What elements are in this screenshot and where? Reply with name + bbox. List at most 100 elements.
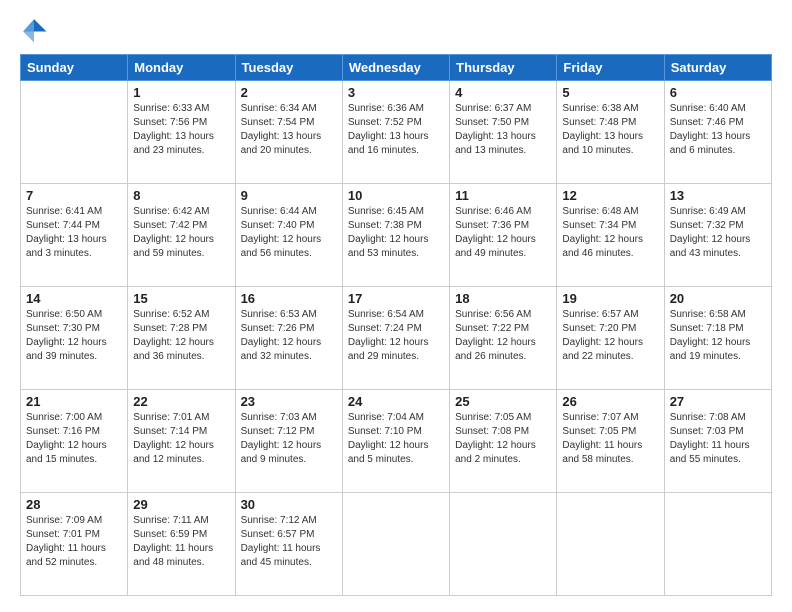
calendar-week-row: 1 Sunrise: 6:33 AM Sunset: 7:56 PM Daylig… [21, 81, 772, 184]
day-info: Sunrise: 7:00 AM Sunset: 7:16 PM Dayligh… [26, 411, 122, 467]
day-number: 21 [26, 394, 122, 409]
calendar-cell: 5 Sunrise: 6:38 AM Sunset: 7:48 PM Daylig… [557, 81, 664, 184]
day-info: Sunrise: 7:12 AM Sunset: 6:57 PM Dayligh… [241, 514, 337, 570]
day-number: 6 [670, 85, 766, 100]
day-info: Sunrise: 6:41 AM Sunset: 7:44 PM Dayligh… [26, 205, 122, 261]
calendar-cell: 22 Sunrise: 7:01 AM Sunset: 7:14 PM Dayli… [128, 390, 235, 493]
day-info: Sunrise: 6:57 AM Sunset: 7:20 PM Dayligh… [562, 308, 658, 364]
day-number: 4 [455, 85, 551, 100]
calendar-week-row: 14 Sunrise: 6:50 AM Sunset: 7:30 PM Dayli… [21, 287, 772, 390]
calendar-cell [21, 81, 128, 184]
calendar-cell: 8Sunrise: 6:42 AM Sunset: 7:42 PM Daylig… [128, 184, 235, 287]
logo [20, 16, 52, 44]
calendar-cell: 12 Sunrise: 6:48 AM Sunset: 7:34 PM Dayli… [557, 184, 664, 287]
day-number: 14 [26, 291, 122, 306]
day-info: Sunrise: 6:56 AM Sunset: 7:22 PM Dayligh… [455, 308, 551, 364]
day-info: Sunrise: 7:03 AM Sunset: 7:12 PM Dayligh… [241, 411, 337, 467]
day-number: 15 [133, 291, 229, 306]
day-number: 3 [348, 85, 444, 100]
calendar-cell: 25Sunrise: 7:05 AM Sunset: 7:08 PM Dayli… [450, 390, 557, 493]
day-number: 20 [670, 291, 766, 306]
calendar-cell: 24Sunrise: 7:04 AM Sunset: 7:10 PM Dayli… [342, 390, 449, 493]
day-number: 30 [241, 497, 337, 512]
calendar-cell [342, 493, 449, 596]
calendar-cell: 21 Sunrise: 7:00 AM Sunset: 7:16 PM Dayli… [21, 390, 128, 493]
calendar-cell [450, 493, 557, 596]
calendar-cell: 20 Sunrise: 6:58 AM Sunset: 7:18 PM Dayli… [664, 287, 771, 390]
day-info: Sunrise: 6:38 AM Sunset: 7:48 PM Dayligh… [562, 102, 658, 158]
day-info: Sunrise: 6:36 AM Sunset: 7:52 PM Dayligh… [348, 102, 444, 158]
day-number: 13 [670, 188, 766, 203]
header [20, 16, 772, 44]
day-info: Sunrise: 7:09 AM Sunset: 7:01 PM Dayligh… [26, 514, 122, 570]
page: SundayMondayTuesdayWednesdayThursdayFrid… [0, 0, 792, 612]
day-number: 9 [241, 188, 337, 203]
day-info: Sunrise: 6:52 AM Sunset: 7:28 PM Dayligh… [133, 308, 229, 364]
calendar-cell: 18 Sunrise: 6:56 AM Sunset: 7:22 PM Dayli… [450, 287, 557, 390]
day-info: Sunrise: 7:07 AM Sunset: 7:05 PM Dayligh… [562, 411, 658, 467]
calendar-cell: 16Sunrise: 6:53 AM Sunset: 7:26 PM Dayli… [235, 287, 342, 390]
weekday-header-sunday: Sunday [21, 55, 128, 81]
day-info: Sunrise: 6:48 AM Sunset: 7:34 PM Dayligh… [562, 205, 658, 261]
day-number: 16 [241, 291, 337, 306]
weekday-header-wednesday: Wednesday [342, 55, 449, 81]
day-number: 24 [348, 394, 444, 409]
day-number: 27 [670, 394, 766, 409]
day-number: 17 [348, 291, 444, 306]
calendar-cell: 14 Sunrise: 6:50 AM Sunset: 7:30 PM Dayli… [21, 287, 128, 390]
day-number: 26 [562, 394, 658, 409]
weekday-header-friday: Friday [557, 55, 664, 81]
calendar-cell: 2 Sunrise: 6:34 AM Sunset: 7:54 PM Daylig… [235, 81, 342, 184]
calendar-cell: 19 Sunrise: 6:57 AM Sunset: 7:20 PM Dayli… [557, 287, 664, 390]
day-info: Sunrise: 6:42 AM Sunset: 7:42 PM Dayligh… [133, 205, 229, 261]
day-info: Sunrise: 6:50 AM Sunset: 7:30 PM Dayligh… [26, 308, 122, 364]
day-info: Sunrise: 7:01 AM Sunset: 7:14 PM Dayligh… [133, 411, 229, 467]
calendar-cell: 15 Sunrise: 6:52 AM Sunset: 7:28 PM Dayli… [128, 287, 235, 390]
calendar-week-row: 21 Sunrise: 7:00 AM Sunset: 7:16 PM Dayli… [21, 390, 772, 493]
calendar-cell: 26 Sunrise: 7:07 AM Sunset: 7:05 PM Dayli… [557, 390, 664, 493]
day-info: Sunrise: 6:40 AM Sunset: 7:46 PM Dayligh… [670, 102, 766, 158]
calendar-cell: 6 Sunrise: 6:40 AM Sunset: 7:46 PM Daylig… [664, 81, 771, 184]
calendar-cell: 27 Sunrise: 7:08 AM Sunset: 7:03 PM Dayli… [664, 390, 771, 493]
calendar-cell: 30 Sunrise: 7:12 AM Sunset: 6:57 PM Dayli… [235, 493, 342, 596]
day-number: 18 [455, 291, 551, 306]
day-info: Sunrise: 6:45 AM Sunset: 7:38 PM Dayligh… [348, 205, 444, 261]
calendar-cell: 29Sunrise: 7:11 AM Sunset: 6:59 PM Dayli… [128, 493, 235, 596]
day-info: Sunrise: 6:46 AM Sunset: 7:36 PM Dayligh… [455, 205, 551, 261]
day-info: Sunrise: 7:08 AM Sunset: 7:03 PM Dayligh… [670, 411, 766, 467]
day-number: 22 [133, 394, 229, 409]
day-info: Sunrise: 6:49 AM Sunset: 7:32 PM Dayligh… [670, 205, 766, 261]
day-number: 28 [26, 497, 122, 512]
calendar-cell: 1 Sunrise: 6:33 AM Sunset: 7:56 PM Daylig… [128, 81, 235, 184]
day-number: 1 [133, 85, 229, 100]
day-number: 10 [348, 188, 444, 203]
weekday-header-saturday: Saturday [664, 55, 771, 81]
calendar-cell: 10 Sunrise: 6:45 AM Sunset: 7:38 PM Dayli… [342, 184, 449, 287]
calendar-cell: 9Sunrise: 6:44 AM Sunset: 7:40 PM Daylig… [235, 184, 342, 287]
calendar-cell: 3 Sunrise: 6:36 AM Sunset: 7:52 PM Daylig… [342, 81, 449, 184]
day-number: 29 [133, 497, 229, 512]
day-info: Sunrise: 6:34 AM Sunset: 7:54 PM Dayligh… [241, 102, 337, 158]
day-info: Sunrise: 6:33 AM Sunset: 7:56 PM Dayligh… [133, 102, 229, 158]
calendar-cell: 7 Sunrise: 6:41 AM Sunset: 7:44 PM Daylig… [21, 184, 128, 287]
day-number: 23 [241, 394, 337, 409]
day-number: 12 [562, 188, 658, 203]
day-number: 2 [241, 85, 337, 100]
calendar-cell: 13 Sunrise: 6:49 AM Sunset: 7:32 PM Dayli… [664, 184, 771, 287]
logo-icon [20, 16, 48, 44]
calendar-cell: 17Sunrise: 6:54 AM Sunset: 7:24 PM Dayli… [342, 287, 449, 390]
day-number: 19 [562, 291, 658, 306]
day-info: Sunrise: 6:58 AM Sunset: 7:18 PM Dayligh… [670, 308, 766, 364]
weekday-header-monday: Monday [128, 55, 235, 81]
day-info: Sunrise: 6:37 AM Sunset: 7:50 PM Dayligh… [455, 102, 551, 158]
day-number: 25 [455, 394, 551, 409]
calendar-cell: 28 Sunrise: 7:09 AM Sunset: 7:01 PM Dayli… [21, 493, 128, 596]
day-number: 7 [26, 188, 122, 203]
weekday-header-tuesday: Tuesday [235, 55, 342, 81]
calendar-cell [557, 493, 664, 596]
day-number: 5 [562, 85, 658, 100]
calendar-week-row: 7 Sunrise: 6:41 AM Sunset: 7:44 PM Daylig… [21, 184, 772, 287]
calendar-week-row: 28 Sunrise: 7:09 AM Sunset: 7:01 PM Dayli… [21, 493, 772, 596]
calendar-cell: 11 Sunrise: 6:46 AM Sunset: 7:36 PM Dayli… [450, 184, 557, 287]
day-number: 11 [455, 188, 551, 203]
